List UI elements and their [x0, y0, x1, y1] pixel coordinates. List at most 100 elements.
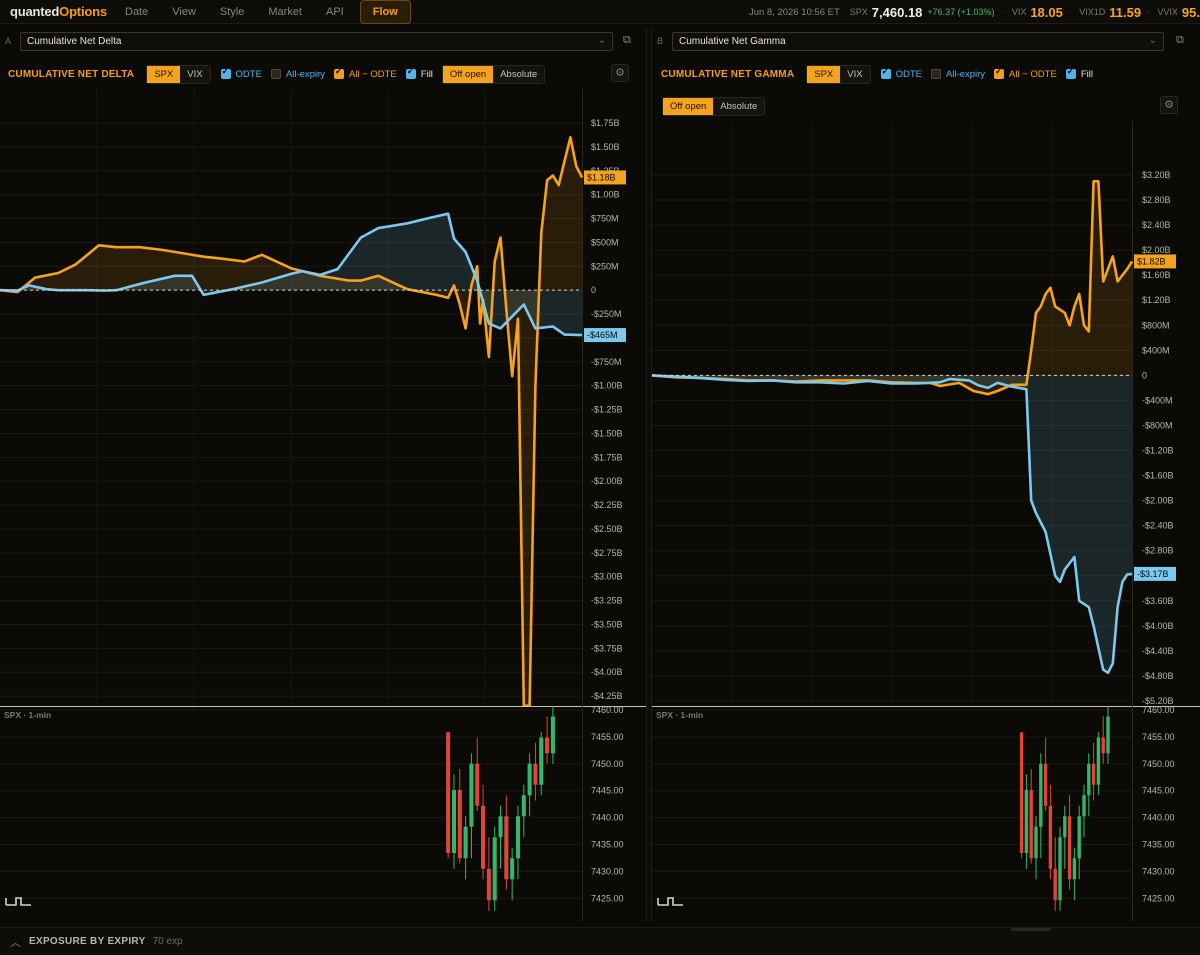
y-tick-label: -$4.80B	[1142, 671, 1174, 681]
y-tick-label: -$3.50B	[591, 619, 623, 629]
candle-body	[457, 790, 462, 859]
candle-body	[1067, 816, 1072, 880]
candle-body	[486, 868, 491, 901]
price-tick-label: 7450.00	[591, 759, 624, 769]
y-tick-label: $1.60B	[1142, 270, 1171, 280]
popout-icon[interactable]: ⧉	[1176, 34, 1184, 47]
nav-style[interactable]: Style	[208, 1, 256, 23]
candle-body	[510, 858, 515, 880]
all-expiry-checkbox[interactable]: All-expiry	[930, 68, 986, 80]
chevron-down-icon: ⌄	[1148, 35, 1157, 46]
exposure-drawer[interactable]: ︿ EXPOSURE BY EXPIRY 70 exp	[0, 927, 1200, 955]
candle-body	[504, 816, 509, 880]
last-value-badge-blue-text: -$465M	[587, 330, 618, 340]
panel-a-metric-select[interactable]: Cumulative Net Delta ⌄	[20, 32, 613, 51]
y-tick-label: $1.20B	[1142, 295, 1171, 305]
chevron-down-icon: ⌄	[597, 35, 606, 46]
odte-checkbox[interactable]: ODTE	[220, 66, 262, 80]
nav-flow[interactable]: Flow	[359, 0, 411, 24]
off-open-button[interactable]: Off open	[663, 97, 714, 115]
price-pane-label: SPX · 1-min	[4, 710, 51, 720]
fill-checkbox[interactable]: Fill	[1065, 66, 1093, 80]
spx-label: SPX	[849, 7, 868, 17]
all-minus-odte-label: All − ODTE	[1009, 68, 1057, 80]
symbol-vix-button[interactable]: VIX	[840, 65, 870, 83]
nav-api[interactable]: API	[314, 1, 356, 23]
panel-b-title: CUMULATIVE NET GAMMA	[661, 68, 795, 80]
off-open-button[interactable]: Off open	[442, 65, 494, 83]
all-expiry-checkbox[interactable]: All-expiry	[270, 69, 325, 80]
gear-icon[interactable]: ⚙	[611, 64, 629, 82]
main-nav: Date View Style Market API Flow	[113, 0, 411, 24]
price-tick-label: 7440.00	[1142, 813, 1175, 823]
candle-body	[1072, 858, 1077, 880]
chart-provider-logo	[657, 897, 683, 906]
candle-body	[527, 763, 532, 796]
odte-checkbox[interactable]: ODTE	[880, 66, 922, 80]
y-tick-label: -$1.75B	[591, 452, 623, 462]
symbol-spx-button[interactable]: SPX	[147, 65, 181, 83]
separator-dot: ·	[1067, 6, 1072, 18]
candle-body	[1034, 826, 1038, 859]
app-logo[interactable]: quantedOptions	[10, 4, 107, 19]
y-tick-label: 0	[591, 285, 596, 295]
panel-a-title: CUMULATIVE NET DELTA	[8, 68, 135, 80]
drawer-resize-handle[interactable]	[1011, 928, 1051, 931]
panel-b: B Cumulative Net Gamma ⌄ ⧉ CUMULATIVE NE…	[652, 29, 1200, 921]
all-expiry-label: All-expiry	[945, 68, 986, 80]
chevron-up-icon[interactable]: ︿	[10, 934, 21, 950]
checkbox-checked-icon	[334, 66, 344, 79]
panel-a-select-value: Cumulative Net Delta	[27, 36, 122, 47]
candle-body	[1043, 763, 1048, 806]
price-tick-label: 7455.00	[1142, 732, 1175, 742]
nav-market[interactable]: Market	[256, 1, 314, 23]
y-tick-label: -$1.50B	[591, 428, 623, 438]
separator-dot: ·	[1000, 6, 1004, 18]
candle-body	[1029, 790, 1033, 859]
y-tick-label: $1.75B	[591, 118, 620, 128]
panel-b-selector-row: B Cumulative Net Gamma ⌄ ⧉	[652, 32, 1200, 52]
logo-part-2: Options	[59, 4, 107, 19]
candle-body	[469, 763, 474, 827]
all-minus-odte-checkbox[interactable]: All − ODTE	[334, 66, 397, 80]
market-quotes: Jun 8, 2026 10:56 ET SPX 7,460.18 +76.37…	[749, 0, 1200, 24]
panel-b-metric-select[interactable]: Cumulative Net Gamma ⌄	[672, 32, 1164, 51]
absolute-button[interactable]: Absolute	[493, 65, 545, 83]
checkbox-checked-icon	[1065, 66, 1076, 79]
y-tick-label: -$3.00B	[591, 572, 623, 582]
gear-icon[interactable]: ⚙	[1160, 96, 1178, 114]
price-tick-label: 7460.00	[591, 706, 624, 715]
candle-body	[1053, 868, 1057, 901]
price-tick-label: 7430.00	[591, 866, 624, 876]
popout-icon[interactable]: ⧉	[623, 34, 631, 47]
candle-body	[1101, 737, 1105, 754]
y-tick-label: -$2.80B	[1142, 546, 1174, 556]
panel-a-controls: CUMULATIVE NET DELTA SPX VIX ODTE All-ex…	[0, 63, 646, 85]
price-tick-label: 7435.00	[1142, 840, 1175, 850]
y-tick-label: -$4.40B	[1142, 646, 1174, 656]
net-gamma-chart: $3.20B $2.80B $2.40B $2.00B $1.60B $1.20B $800…	[652, 121, 1176, 706]
last-value-badge-orange-text: $1.18B	[587, 172, 616, 182]
symbol-vix-button[interactable]: VIX	[180, 65, 210, 83]
expiry-count: 70 exp	[152, 936, 183, 947]
nav-view[interactable]: View	[160, 1, 208, 23]
absolute-button[interactable]: Absolute	[713, 97, 765, 115]
drawer-title: EXPOSURE BY EXPIRY	[29, 936, 146, 947]
candle-body	[521, 795, 526, 817]
vix1d-value: 11.59	[1109, 4, 1142, 20]
price-tick-label: 7445.00	[1142, 786, 1175, 796]
symbol-spx-button[interactable]: SPX	[807, 65, 841, 83]
panel-a-selector-row: A Cumulative Net Delta ⌄ ⧉	[0, 32, 646, 52]
panel-b-controls-row2: Off open Absolute	[652, 95, 1200, 117]
panel-a: A Cumulative Net Delta ⌄ ⧉ CUMULATIVE NE…	[0, 29, 646, 921]
price-pane-label: SPX · 1-min	[656, 710, 703, 720]
fill-checkbox[interactable]: Fill	[405, 66, 433, 80]
candle-body	[1091, 763, 1096, 785]
all-minus-odte-checkbox[interactable]: All − ODTE	[994, 66, 1057, 80]
nav-date[interactable]: Date	[113, 1, 160, 23]
last-value-badge-blue-text: -$3.17B	[1137, 569, 1169, 579]
vix-value: 18.05	[1030, 4, 1063, 20]
candle-body	[1106, 716, 1110, 754]
y-tick-label: -$1.25B	[591, 405, 623, 415]
y-tick-label: $800M	[1142, 320, 1170, 330]
